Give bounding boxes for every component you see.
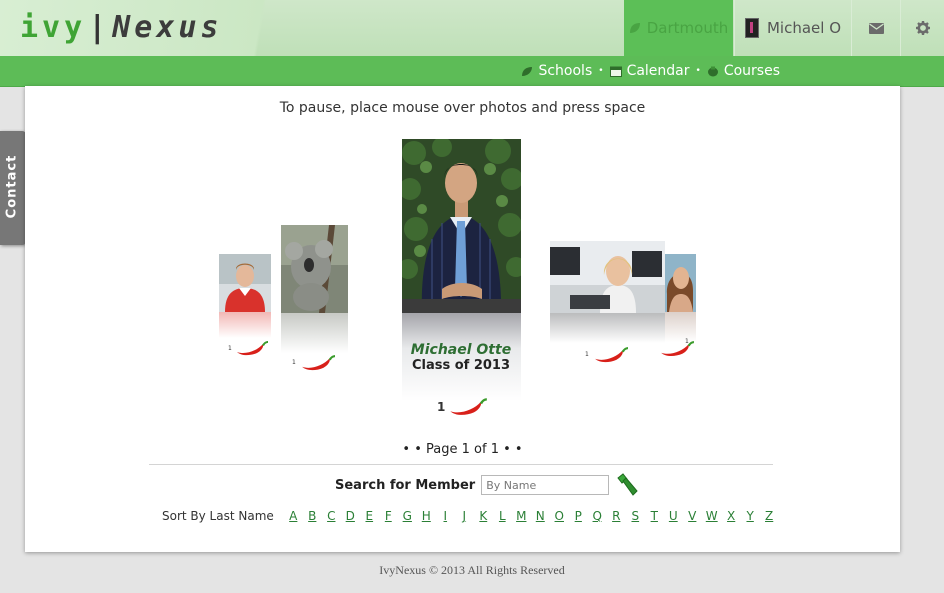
letter-link-h[interactable]: H	[421, 509, 432, 523]
letter-link-l[interactable]: L	[497, 509, 508, 523]
nav-schools[interactable]: Schools	[521, 63, 592, 79]
letter-link-d[interactable]: D	[345, 509, 356, 523]
main-content-card: To pause, place mouse over photos and pr…	[25, 86, 900, 552]
courses-icon	[707, 66, 718, 76]
gear-icon	[916, 21, 930, 35]
logo-separator: |	[88, 10, 111, 45]
featured-member-class: Class of 2013	[411, 358, 511, 373]
user-name: Michael O	[766, 19, 842, 37]
logo-nexus: Nexus	[112, 10, 223, 45]
nav-separator: •	[695, 66, 701, 76]
photo-reflection	[550, 313, 665, 343]
member-search: Search for Member	[335, 473, 639, 497]
letter-link-q[interactable]: Q	[592, 509, 603, 523]
chili-pepper-icon[interactable]	[592, 346, 630, 363]
letter-link-t[interactable]: T	[649, 509, 660, 523]
contact-tab-label: Contact	[4, 154, 20, 219]
letter-link-z[interactable]: Z	[764, 509, 775, 523]
nav-courses-label: Courses	[723, 63, 780, 79]
photo-reflection	[281, 313, 348, 353]
nav-calendar[interactable]: Calendar	[609, 63, 690, 79]
member-rating: 1	[585, 346, 630, 363]
rating-count: 1	[685, 338, 689, 345]
member-photo[interactable]	[665, 254, 696, 312]
rating-count: 1	[585, 351, 589, 358]
member-rating: 1	[292, 354, 337, 371]
letter-link-f[interactable]: F	[383, 509, 394, 523]
leaf-icon	[629, 23, 640, 33]
letter-link-s[interactable]: S	[630, 509, 641, 523]
letter-link-c[interactable]: C	[326, 509, 337, 523]
member-rating: 1	[228, 340, 269, 356]
search-label: Search for Member	[335, 477, 476, 493]
pagination: • • Page 1 of 1 • •	[402, 442, 523, 457]
leaf-icon	[522, 66, 533, 76]
rating-count: 1	[437, 399, 446, 414]
school-tab[interactable]: Dartmouth	[624, 0, 733, 56]
carousel-instructions: To pause, place mouse over photos and pr…	[279, 100, 646, 116]
logo-ivy: ivy	[20, 10, 87, 45]
section-divider	[149, 464, 773, 465]
letter-link-b[interactable]: B	[307, 509, 318, 523]
nav-courses[interactable]: Courses	[707, 63, 780, 79]
flashlight-search-icon	[617, 473, 638, 496]
school-tab-label: Dartmouth	[646, 19, 729, 37]
letter-link-n[interactable]: N	[535, 509, 546, 523]
nav-calendar-label: Calendar	[626, 63, 690, 79]
letter-link-o[interactable]: O	[554, 509, 565, 523]
top-header: ivy|Nexus Dartmouth Michael O	[0, 0, 944, 56]
letter-link-p[interactable]: P	[573, 509, 584, 523]
rating-count: 1	[228, 344, 232, 352]
alphabet-links: ABCDEFGHIJKLMNOPQRSTUVWXYZ	[280, 509, 775, 523]
letter-link-k[interactable]: K	[478, 509, 489, 523]
member-rating: 1	[659, 338, 695, 357]
sort-label: Sort By Last Name	[162, 509, 274, 523]
messages-tab[interactable]	[851, 0, 900, 56]
chili-pepper-icon[interactable]	[235, 340, 269, 356]
sort-by-last-name: Sort By Last Name ABCDEFGHIJKLMNOPQRSTUV…	[162, 509, 775, 523]
search-button[interactable]	[615, 473, 639, 497]
letter-link-i[interactable]: I	[440, 509, 451, 523]
photo-reflection	[219, 312, 271, 338]
nav-schools-label: Schools	[538, 63, 593, 79]
letter-link-v[interactable]: V	[687, 509, 698, 523]
user-profile-tab[interactable]: Michael O	[734, 0, 851, 56]
sub-navigation: Schools • Calendar • Courses	[0, 56, 944, 87]
letter-link-g[interactable]: G	[402, 509, 413, 523]
chili-pepper-icon[interactable]	[299, 354, 337, 371]
letter-link-u[interactable]: U	[668, 509, 679, 523]
calendar-icon	[609, 66, 622, 77]
member-photo[interactable]	[550, 241, 665, 313]
featured-member-name[interactable]: Michael Otte	[402, 342, 520, 358]
letter-link-m[interactable]: M	[516, 509, 527, 523]
letter-link-e[interactable]: E	[364, 509, 375, 523]
search-input[interactable]	[481, 475, 610, 495]
rating-count: 1	[292, 359, 296, 366]
chili-pepper-icon[interactable]	[448, 397, 488, 416]
member-photo[interactable]	[281, 225, 348, 313]
member-photo[interactable]	[219, 254, 271, 312]
photo-reflection	[665, 312, 696, 342]
featured-member-caption: Michael Otte Class of 2013	[402, 342, 520, 373]
avatar	[744, 18, 759, 38]
footer-copyright: IvyNexus © 2013 All Rights Reserved	[379, 563, 565, 577]
letter-link-r[interactable]: R	[611, 509, 622, 523]
letter-link-x[interactable]: X	[726, 509, 737, 523]
letter-link-a[interactable]: A	[288, 509, 299, 523]
settings-tab[interactable]	[900, 0, 944, 56]
featured-member-photo[interactable]	[402, 139, 521, 313]
contact-tab[interactable]: Contact	[0, 131, 26, 245]
featured-member-rating: 1	[437, 397, 488, 416]
ivynexus-logo[interactable]: ivy|Nexus	[20, 10, 223, 45]
envelope-icon	[868, 22, 884, 34]
letter-link-w[interactable]: W	[706, 509, 718, 523]
chili-pepper-icon[interactable]	[659, 340, 695, 357]
letter-link-y[interactable]: Y	[745, 509, 756, 523]
letter-link-j[interactable]: J	[459, 509, 470, 523]
nav-separator: •	[598, 66, 604, 76]
